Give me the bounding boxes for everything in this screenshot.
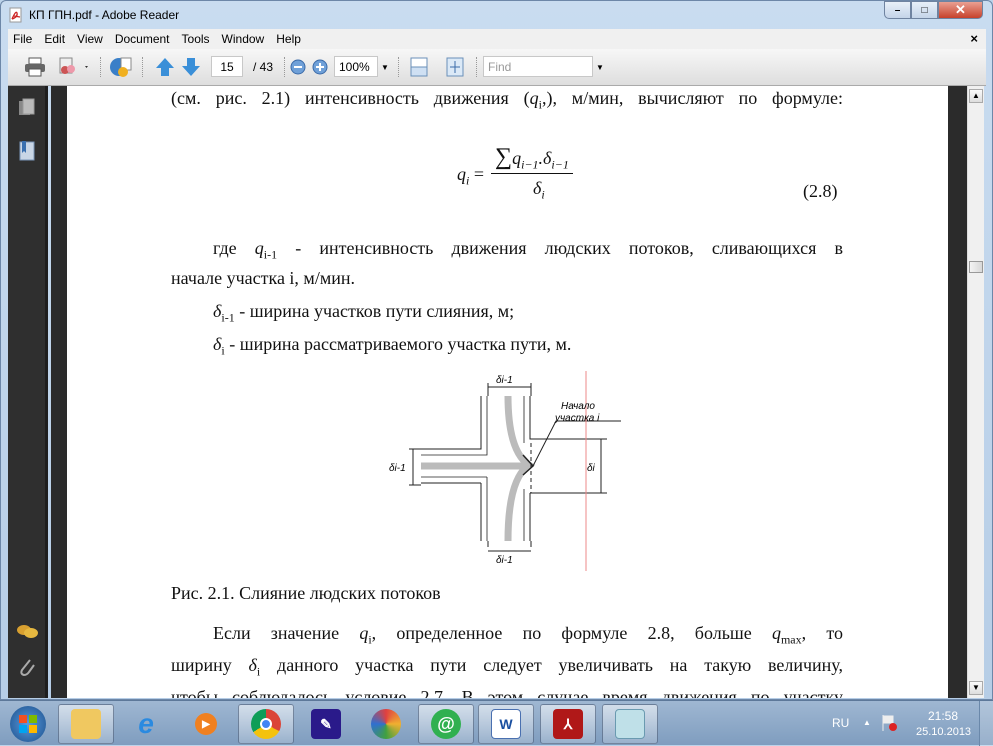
taskbar-media-player[interactable]: ▶ [178,704,234,744]
find-input[interactable]: Find [483,56,593,77]
show-hidden-icons-icon[interactable]: ▲ [863,718,871,727]
ie-icon: e [138,708,154,739]
right-gutter [948,86,967,698]
menu-bar: File Edit View Document Tools Window Hel… [8,29,986,49]
menu-file[interactable]: File [13,32,32,46]
paragraph-line: (см. рис. 2.1) интенсивность движения (q… [171,88,844,112]
scroll-thumb[interactable] [969,261,983,273]
bookmarks-icon[interactable] [18,140,36,162]
mail-agent-icon: @ [431,709,461,739]
taskbar-app[interactable] [358,704,414,744]
definition-line: δi-1 - ширина участков пути слияния, м; [213,301,515,325]
clock-date[interactable]: 25.10.2013 [916,726,971,738]
attachments-icon[interactable] [18,656,36,678]
zoom-level-select[interactable]: 100% [334,56,378,77]
menu-view[interactable]: View [77,32,103,46]
media-player-icon: ▶ [195,713,217,735]
figure-label-left: δi-1 [389,463,406,474]
language-indicator[interactable]: RU [832,716,849,730]
taskbar-internet-explorer[interactable]: e [118,704,174,744]
taskbar-notepad[interactable] [602,704,658,744]
fit-page-icon[interactable] [444,56,466,78]
maximize-button[interactable]: □ [911,1,938,19]
windows-logo-icon [19,715,37,733]
adobe-reader-icon: ⅄ [553,709,583,739]
figure-label-right: δi [587,463,596,474]
menu-edit[interactable]: Edit [44,32,65,46]
left-gutter [51,86,67,698]
print-icon[interactable] [22,56,48,78]
word-icon: W [491,709,521,739]
formula-number: (2.8) [803,181,838,201]
figure-merging-flows: δi-1 δi-1 δi-1 δi Начало участка i [389,371,621,571]
taskbar: e ▶ ✎ @ W ⅄ RU ▲ 21:58 25.10.2013 [0,700,993,746]
fit-width-icon[interactable] [408,56,430,78]
adobe-reader-window: КП ГПН.pdf - Adobe Reader – □ ✕ File Edi… [0,0,993,700]
taskbar-chrome[interactable] [238,704,294,744]
paragraph-line: чтобы соблюдалось условие 2.7. В этом сл… [171,687,843,698]
chrome-icon [251,709,281,739]
pen-app-icon: ✎ [311,709,341,739]
vertical-scrollbar[interactable]: ▲ ▼ [967,86,984,698]
paragraph-line: начале участка i, м/мин. [171,268,355,288]
window-title: КП ГПН.pdf - Adobe Reader [29,8,180,22]
paragraph-line: Если значение qi, определенное по формул… [213,623,843,647]
title-bar: КП ГПН.pdf - Adobe Reader – □ ✕ [1,1,992,29]
navigation-panel [8,86,48,698]
zoom-in-icon[interactable] [310,56,330,78]
paragraph-line: где qi-1 - интенсивность движения людски… [213,238,843,262]
show-desktop-button[interactable] [979,701,993,746]
previous-page-icon[interactable] [154,56,176,78]
close-button[interactable]: ✕ [938,1,983,19]
figure-label-bottom: δi-1 [496,555,513,566]
taskbar-word[interactable]: W [478,704,534,744]
menu-help[interactable]: Help [276,32,301,46]
taskbar-app[interactable]: ✎ [298,704,354,744]
clock-time[interactable]: 21:58 [928,709,958,723]
pdf-file-icon [9,7,22,23]
notepad-icon [615,709,645,739]
menu-window[interactable]: Window [222,32,265,46]
page-number-input[interactable]: 15 [211,56,243,77]
definition-line: δi - ширина рассматриваемого участка пут… [213,334,572,358]
minimize-button[interactable]: – [884,1,911,19]
taskbar-explorer[interactable] [58,704,114,744]
figure-note-1: Начало [561,401,595,412]
zoom-dropdown-icon[interactable]: ▼ [380,56,390,78]
figure-note-2: участка i [554,413,600,424]
comments-icon[interactable] [16,624,40,642]
collaborate-icon[interactable] [56,56,92,78]
menu-tools[interactable]: Tools [182,32,210,46]
folder-icon [71,709,101,739]
paragraph-line: ширину δi данного участка пути следует у… [171,655,843,679]
zoom-out-icon[interactable] [288,56,308,78]
find-dropdown-icon[interactable]: ▼ [595,56,605,78]
toolbar: 15 / 43 100% ▼ Find ▼ [8,49,986,86]
pdf-page: (см. рис. 2.1) интенсивность движения (q… [67,86,948,698]
scroll-down-icon[interactable]: ▼ [969,681,983,695]
action-center-flag-icon[interactable] [880,713,898,733]
page-total: / 43 [252,60,273,74]
page-thumbnails-icon[interactable] [18,98,36,118]
game-icon [371,709,401,739]
figure-label-top: δi-1 [496,375,513,386]
close-document-button[interactable]: × [970,31,978,46]
menu-document[interactable]: Document [115,32,170,46]
start-button[interactable] [4,704,52,744]
taskbar-adobe-reader[interactable]: ⅄ [540,704,596,744]
next-page-icon[interactable] [180,56,202,78]
web-share-icon[interactable] [108,56,134,78]
taskbar-mail-agent[interactable]: @ [418,704,474,744]
figure-caption: Рис. 2.1. Слияние людских потоков [171,583,441,603]
scroll-up-icon[interactable]: ▲ [969,89,983,103]
